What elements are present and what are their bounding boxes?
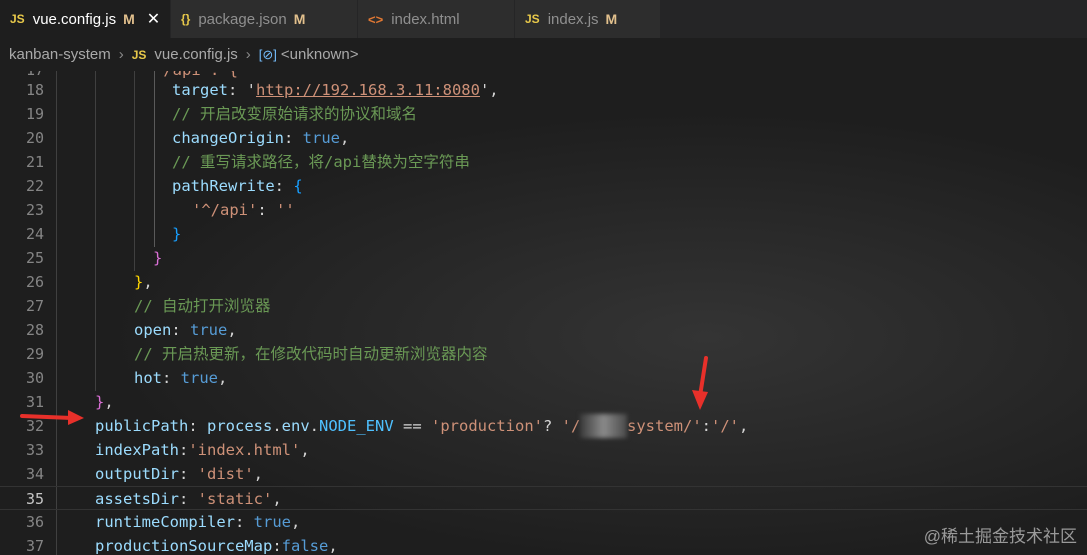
js-file-icon: JS	[525, 12, 540, 26]
modified-badge: M	[605, 11, 618, 27]
code-line: 22 pathRewrite: {	[25, 177, 303, 195]
modified-badge: M	[123, 11, 135, 27]
js-file-icon: JS	[10, 12, 25, 26]
code-line: 20 changeOrigin: true,	[25, 129, 350, 147]
symbol-icon: [⊘]	[258, 46, 277, 62]
code-line-current: 35 assetsDir: 'static',	[0, 486, 1087, 510]
code-line: 31 },	[25, 393, 114, 411]
html-file-icon: <>	[368, 11, 384, 27]
code-line: 33 indexPath:'index.html',	[25, 441, 310, 459]
code-line: 21 // 重写请求路径，将/api替换为空字符串	[25, 153, 470, 171]
code-line: 26 },	[25, 273, 153, 291]
modified-badge: M	[293, 11, 306, 27]
code-line: 19 // 开启改变原始请求的协议和域名	[25, 105, 417, 123]
tab-label: index.html	[391, 10, 460, 28]
breadcrumb-symbol[interactable]: <unknown>	[281, 46, 359, 63]
code-line: 24 }	[25, 225, 182, 243]
code-line: 27 // 自动打开浏览器	[25, 297, 271, 315]
tab-index-html[interactable]: <> index.html	[358, 0, 515, 38]
tab-label: index.js	[547, 10, 599, 28]
tab-vue-config[interactable]: JS vue.config.js M ✕	[0, 0, 171, 38]
breadcrumb-folder[interactable]: kanban-system	[9, 46, 111, 63]
breadcrumb-file[interactable]: vue.config.js	[154, 46, 237, 63]
tab-index-js[interactable]: JS index.js M	[515, 0, 661, 38]
chevron-right-icon: ›	[118, 46, 124, 63]
breadcrumb: kanban-system › JS vue.config.js › [⊘] <…	[0, 38, 1087, 71]
code-line: 34 outputDir: 'dist',	[25, 465, 264, 483]
code-line: 30 hot: true,	[25, 369, 228, 387]
chevron-right-icon: ›	[245, 46, 251, 63]
watermark: @稀土掘金技术社区	[923, 527, 1077, 546]
code-line: 25 }	[25, 249, 163, 267]
code-line: 29 // 开启热更新，在修改代码时自动更新浏览器内容	[25, 345, 488, 363]
js-file-icon: JS	[131, 47, 147, 62]
redacted-text: xxxxx	[580, 414, 627, 438]
code-line: 28 open: true,	[25, 321, 237, 339]
red-arrow-right-icon	[20, 410, 84, 425]
code-line: 32 publicPath: process.env.NODE_ENV == '…	[0, 414, 1087, 438]
tab-package-json[interactable]: {} package.json M	[171, 0, 358, 38]
red-arrow-down-icon	[692, 356, 708, 410]
json-file-icon: {}	[181, 12, 191, 26]
code-line: 23 '^/api': ''	[25, 201, 295, 219]
close-icon[interactable]: ✕	[147, 9, 160, 29]
tab-bar: JS vue.config.js M ✕ {} package.json M <…	[0, 0, 1087, 38]
code-editor[interactable]: 17 '/api': { 18 target: 'http://192.168.…	[0, 71, 1087, 555]
tab-label: package.json	[198, 10, 287, 28]
code-line: 18 target: 'http://192.168.3.11:8080',	[25, 81, 499, 99]
tab-label: vue.config.js	[32, 10, 117, 28]
